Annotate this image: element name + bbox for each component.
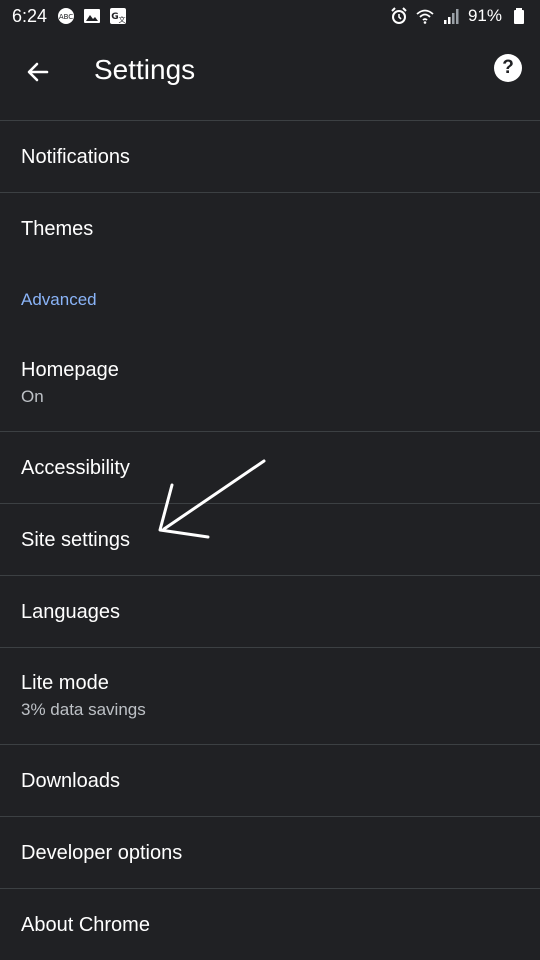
help-circle-icon: ?: [502, 57, 514, 78]
settings-item-label: About Chrome: [21, 914, 150, 936]
svg-text:文: 文: [119, 15, 126, 24]
back-button[interactable]: [18, 54, 58, 94]
settings-item-notifications[interactable]: Notifications: [0, 121, 540, 192]
status-time: 6:24: [12, 5, 48, 26]
battery-icon: [510, 7, 528, 25]
section-header-label: Advanced: [21, 289, 97, 309]
settings-item-lite-mode[interactable]: Lite mode 3% data savings: [0, 648, 540, 744]
settings-item-developer-options[interactable]: Developer options: [0, 817, 540, 888]
image-icon: [83, 7, 101, 25]
settings-item-label: Notifications: [21, 145, 130, 168]
settings-item-label: Developer options: [21, 841, 183, 864]
status-bar: 6:24 ABC G文 91%: [0, 0, 540, 32]
settings-item-label: Themes: [21, 217, 94, 240]
status-left: 6:24 ABC G文: [12, 6, 127, 27]
settings-item-label: Site settings: [21, 528, 130, 551]
app-bar: Settings ?: [0, 32, 540, 120]
settings-item-label: Lite mode: [21, 672, 109, 694]
svg-text:ABC: ABC: [59, 13, 73, 21]
data-saver-icon: ABC: [57, 7, 75, 25]
settings-item-subtitle: 3% data savings: [21, 700, 146, 719]
section-header-advanced: Advanced: [0, 264, 540, 335]
settings-item-about-chrome[interactable]: About Chrome: [0, 889, 540, 960]
settings-item-label: Accessibility: [21, 456, 130, 479]
wifi-icon: [416, 7, 434, 25]
settings-item-downloads[interactable]: Downloads: [0, 745, 540, 816]
signal-icon: [442, 7, 460, 25]
battery-percent: 91%: [467, 6, 502, 25]
status-right: 91%: [390, 6, 528, 26]
settings-item-label: Homepage: [21, 359, 119, 381]
annotation-arrow-icon: [158, 459, 266, 539]
settings-item-label: Downloads: [21, 769, 120, 792]
settings-item-homepage[interactable]: Homepage On: [0, 335, 540, 431]
translate-icon: G文: [109, 7, 127, 25]
alarm-icon: [390, 7, 408, 25]
settings-item-themes[interactable]: Themes: [0, 193, 540, 264]
settings-item-subtitle: On: [21, 387, 44, 406]
help-button[interactable]: ?: [494, 54, 522, 82]
page-title: Settings: [94, 54, 196, 85]
arrow-left-icon: [25, 59, 51, 90]
settings-item-label: Languages: [21, 600, 120, 623]
settings-item-languages[interactable]: Languages: [0, 576, 540, 647]
